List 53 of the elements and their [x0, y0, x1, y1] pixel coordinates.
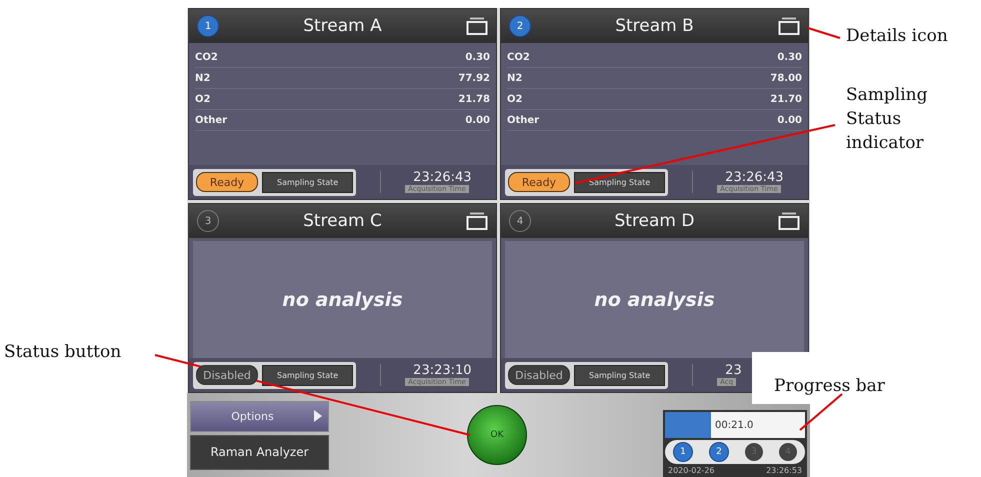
acquisition-time: 23:26:43 [724, 171, 784, 185]
stream-number-badge: 1 [197, 15, 219, 37]
stream-title: Stream B [614, 16, 695, 36]
component-label: N2 [195, 72, 210, 84]
component-value: 21.78 [458, 94, 490, 104]
component-value: 0.30 [465, 52, 490, 62]
sampling-state-label: Sampling State [262, 172, 354, 192]
details-icon[interactable] [466, 212, 488, 230]
component-value: 77.92 [458, 72, 490, 84]
component-value: 21.70 [770, 94, 802, 104]
stream-title: Stream A [302, 16, 383, 36]
component-label: Other [507, 114, 540, 126]
component-label: Other [195, 114, 228, 126]
status-button[interactable]: OK [467, 405, 527, 465]
component-label: CO2 [507, 52, 530, 62]
clock-text: 23:26:53 [766, 466, 802, 475]
status-indicator: Disabled [196, 365, 258, 385]
sampling-state-label: Sampling State [574, 172, 666, 192]
date-text: 2020-02-26 [668, 466, 714, 475]
progress-time: 00:21.0 [715, 420, 754, 430]
sampling-state-label: Sampling State [262, 364, 354, 386]
options-button[interactable]: Options [190, 400, 329, 432]
details-icon[interactable] [466, 17, 488, 35]
stream-number-badge: 2 [509, 15, 531, 37]
no-analysis-text: no analysis [594, 288, 715, 310]
component-value: 0.30 [777, 52, 802, 62]
stream-number-badge: 4 [509, 210, 531, 232]
no-analysis-text: no analysis [282, 288, 403, 310]
acquisition-time: 23:26:43 [412, 171, 472, 185]
leader-line [808, 27, 840, 39]
status-indicator: Ready [196, 172, 258, 192]
details-icon[interactable] [778, 212, 800, 230]
component-value: 78.00 [770, 72, 802, 84]
component-value: 0.00 [777, 114, 802, 126]
component-value: 0.00 [465, 114, 490, 126]
component-label: CO2 [195, 52, 218, 62]
acquisition-time: 23 [724, 364, 742, 378]
analyzer-button[interactable]: Raman Analyzer [190, 434, 329, 470]
status-indicator: Ready [508, 172, 570, 192]
stream-number-badge: 3 [197, 210, 219, 232]
status-indicator: Disabled [508, 365, 570, 385]
leader-line [799, 393, 843, 431]
stream-step-indicator: 2 [709, 442, 729, 462]
stream-title: Stream D [613, 211, 696, 231]
acquisition-time: 23:23:10 [412, 364, 472, 378]
component-label: O2 [507, 94, 522, 104]
sampling-state-label: Sampling State [574, 364, 666, 386]
component-label: N2 [507, 72, 522, 84]
stream-step-indicator: 1 [673, 442, 693, 462]
triangle-icon [314, 410, 322, 422]
details-icon[interactable] [778, 17, 800, 35]
stream-title: Stream C [302, 211, 383, 231]
component-label: O2 [195, 94, 210, 104]
